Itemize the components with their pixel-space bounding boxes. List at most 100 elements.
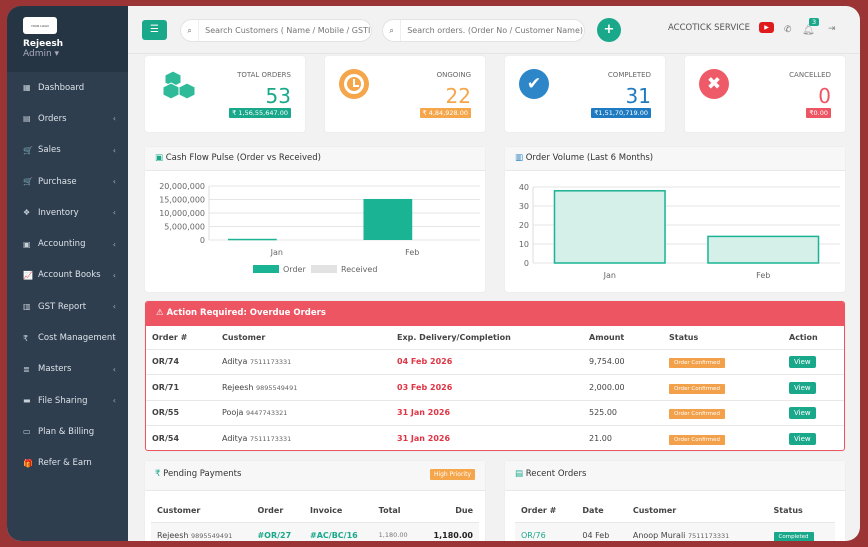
stat-amount: ₹0.00 <box>806 108 831 118</box>
view-button[interactable]: View <box>789 381 816 394</box>
sidebar-item-label: File Sharing <box>38 395 88 406</box>
legend-label[interactable]: Order <box>283 265 306 274</box>
panel-title: Order Volume (Last 6 Months) <box>525 153 654 163</box>
due-date: 04 Feb 2026 <box>391 348 583 375</box>
y-tick-label: 0 <box>200 236 205 245</box>
pending-payments-panel: ₹ Pending Payments High Priority Customer… <box>145 461 485 541</box>
order-search-input[interactable] <box>401 26 584 35</box>
status-cell: Order Confirmed <box>663 425 783 450</box>
sidebar-item-label: Refer & Earn <box>38 458 92 469</box>
customer-phone: 9895549491 <box>255 383 298 392</box>
sidebar-item-label: Cost Management <box>38 333 116 344</box>
chevron-left-icon: ‹ <box>112 333 116 343</box>
sidebar-item-refer-earn[interactable]: 🎁 Refer & Earn <box>7 448 128 479</box>
sidebar-item-sales[interactable]: 🛒 Sales ‹ <box>7 135 128 166</box>
stat-label: TOTAL ORDERS <box>237 71 291 79</box>
invoice-link[interactable]: #AC/BC/16 <box>304 521 373 541</box>
x-tick-label: Jan <box>270 248 283 257</box>
sidebar-item-inventory[interactable]: ❖ Inventory ‹ <box>7 197 128 228</box>
sidebar-item-gst-report[interactable]: ▥ GST Report ‹ <box>7 291 128 322</box>
view-button[interactable]: View <box>789 407 816 420</box>
customer-phone: 9447743321 <box>246 409 288 418</box>
bar-order-feb[interactable] <box>363 198 413 240</box>
order-number[interactable]: OR/54 <box>146 425 216 450</box>
status-badge: Order Confirmed <box>669 383 725 394</box>
y-tick-label: 20 <box>519 221 529 230</box>
stat-value: 22 <box>445 84 471 108</box>
stat-card-total-orders[interactable]: TOTAL ORDERS 53 ₹ 1,56,55,647.00 <box>145 56 305 132</box>
action-cell: View <box>783 348 844 375</box>
table-row: Rejeesh 9895549491 #OR/27 #AC/BC/16 1,180.0… <box>151 521 479 541</box>
sidebar-item-accounting[interactable]: ▣ Accounting ‹ <box>7 228 128 259</box>
x-tick-label: Feb <box>756 271 770 280</box>
pending-table: Customer Order Invoice Total Due Rejeesh 9895… <box>151 499 479 541</box>
logout-icon[interactable]: ⇥ <box>828 24 836 34</box>
cost-management-icon: ₹ <box>23 333 29 343</box>
order-link[interactable]: OR/76 <box>515 521 577 541</box>
sidebar-item-label: Purchase <box>38 176 77 187</box>
sales-icon: 🛒 <box>23 145 33 155</box>
masters-icon: ≣ <box>23 364 30 374</box>
cash-flow-chart: 20,000,000 15,000,000 10,000,000 5,000,000 0… <box>159 182 480 274</box>
view-button[interactable]: View <box>789 356 816 369</box>
bar-order-jan[interactable] <box>227 238 277 241</box>
table-row: OR/74 Aditya 7511173331 04 Feb 2026 9,754.0… <box>146 348 844 375</box>
sidebar-item-dashboard[interactable]: ▦ Dashboard <box>7 72 128 103</box>
customer-phone: 7511173331 <box>249 358 292 367</box>
youtube-icon[interactable]: ▶ <box>759 22 774 33</box>
sidebar-item-account-books[interactable]: 📈 Account Books ‹ <box>7 260 128 291</box>
sidebar-nav: ▦ Dashboard ▤ Orders ‹ 🛒 Sales ‹ 🛒 Purchase ‹ ❖ Inve… <box>7 72 128 479</box>
sidebar-item-label: GST Report <box>38 301 87 312</box>
column-header: Amount <box>589 332 625 342</box>
sidebar-item-purchase[interactable]: 🛒 Purchase ‹ <box>7 166 128 197</box>
stat-card-cancelled[interactable]: ✖ CANCELLED 0 ₹0.00 <box>685 56 845 132</box>
amount: 525.00 <box>583 399 663 426</box>
bar-jan[interactable] <box>553 190 666 264</box>
search-icon: ⌕ <box>181 20 200 41</box>
stat-card-completed[interactable]: ✔ COMPLETED 31 ₹1,51,70,719.00 <box>505 56 665 132</box>
customer-phone: 7511173331 <box>687 531 730 540</box>
order-number[interactable]: OR/74 <box>146 348 216 375</box>
sidebar-item-cost-management[interactable]: ₹ Cost Management ‹ <box>7 322 128 353</box>
order-number[interactable]: OR/71 <box>146 374 216 400</box>
bar-feb[interactable] <box>707 235 820 264</box>
stat-card-ongoing[interactable]: ONGOING 22 ₹ 4,84,928.00 <box>325 56 485 132</box>
service-link[interactable]: ACCOTICK SERVICE <box>668 23 750 33</box>
sidebar-item-plan-billing[interactable]: ▭ Plan & Billing <box>7 416 128 447</box>
customer-cell: Rejeesh 9895549491 <box>151 521 252 541</box>
column-header: Order # <box>521 505 557 515</box>
cash-flow-panel: ▣ Cash Flow Pulse (Order vs Received) 20… <box>145 147 485 292</box>
order-number[interactable]: OR/55 <box>146 399 216 426</box>
order-link[interactable]: #OR/27 <box>251 521 304 541</box>
customer-search-input[interactable] <box>199 26 371 35</box>
y-tick-label: 10 <box>519 240 529 249</box>
legend-label[interactable]: Received <box>341 265 377 274</box>
panel-header: ▤ Recent Orders <box>505 461 845 491</box>
phone-icon[interactable]: ✆ <box>784 25 792 35</box>
sidebar-item-masters[interactable]: ≣ Masters ‹ <box>7 354 128 385</box>
recent-table: Order # Date Customer Status OR/76 04 Feb Anoo… <box>515 499 835 541</box>
bell-icon[interactable]: 🔔︎ <box>802 25 815 36</box>
sidebar-item-orders[interactable]: ▤ Orders ‹ <box>7 103 128 134</box>
status-badge: Order Confirmed <box>669 409 725 420</box>
action-cell: View <box>783 399 844 426</box>
view-button[interactable]: View <box>789 433 816 445</box>
sidebar-item-file-sharing[interactable]: ▬ File Sharing ‹ <box>7 385 128 416</box>
chevron-left-icon: ‹ <box>112 396 116 406</box>
y-tick-label: 5,000,000 <box>164 223 205 232</box>
main-content: ☰ ⌕ ⌕ + ACCOTICK SERVICE ▶ ✆ 🔔︎ 3 ⇥ TOTA… <box>128 6 860 541</box>
y-tick-label: 0 <box>524 259 529 268</box>
stat-label: COMPLETED <box>607 71 651 79</box>
due-date: 31 Jan 2026 <box>391 425 583 450</box>
stat-amount: ₹ 1,56,55,647.00 <box>229 108 291 118</box>
column-header: Customer <box>222 332 266 342</box>
menu-toggle-button[interactable]: ☰ <box>142 20 167 40</box>
user-role-dropdown[interactable]: Admin ▾ <box>23 49 128 59</box>
panel-header: ₹ Pending Payments High Priority <box>145 461 485 491</box>
panel-title: Cash Flow Pulse (Order vs Received) <box>165 153 321 163</box>
sidebar-item-label: Dashboard <box>38 82 85 93</box>
y-tick-label: 40 <box>519 183 529 192</box>
times-circle-icon: ✖ <box>699 69 729 99</box>
inventory-icon: ❖ <box>23 208 31 218</box>
add-button[interactable]: + <box>597 18 621 42</box>
